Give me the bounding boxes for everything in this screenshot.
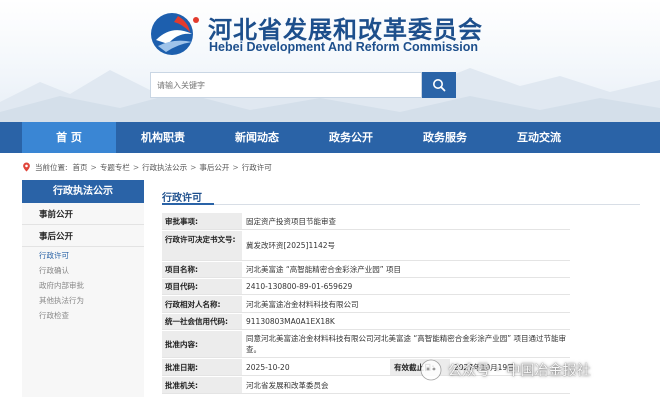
nav-item-home[interactable]: 首 页 [22, 122, 116, 153]
table-row: 审批事项: 固定资产投资项目节能审查 [162, 213, 570, 230]
row-label: 项目代码: [162, 279, 242, 294]
title-accent-bar [162, 203, 214, 205]
sidebar: 行政执法公示 事前公开 事后公开 行政许可 行政确认 政府内部审批 其他执法行为… [22, 180, 144, 397]
breadcrumb-enforcement[interactable]: 行政执法公示 [142, 162, 187, 173]
sidebar-item-internal-approval[interactable]: 政府内部审批 [39, 280, 84, 291]
row-label: 行政相对人名称: [162, 296, 242, 312]
watermark-prefix: 公众号 [448, 363, 490, 379]
breadcrumb-prefix: 当前位置: [35, 162, 68, 172]
table-row: 行政许可决定书文号: 冀发改环资[2025]1142号 [162, 231, 570, 261]
row-value: 冀发改环资[2025]1142号 [246, 241, 336, 250]
breadcrumb-separator: > [190, 162, 197, 172]
sidebar-group-pre-disclosure[interactable]: 事前公开 [22, 205, 144, 225]
row-value: 2025-10-20 [246, 362, 290, 372]
breadcrumb-home[interactable]: 首页 [73, 162, 88, 173]
breadcrumb: 当前位置: 首页 > 专题专栏 > 行政执法公示 > 事后公开 > 行政许可 [22, 160, 272, 174]
row-value: 固定资产投资项目节能审查 [246, 216, 336, 226]
search-button[interactable] [422, 72, 456, 98]
title-divider [162, 204, 640, 205]
breadcrumb-current[interactable]: 行政许可 [242, 162, 272, 173]
breadcrumb-separator: > [90, 162, 97, 172]
watermark-text: 中国冶金报社 [506, 363, 591, 379]
nav-item-gov-services[interactable]: 政务服务 [398, 122, 492, 153]
sidebar-item-admin-inspection[interactable]: 行政检查 [39, 310, 69, 321]
sidebar-title: 行政执法公示 [22, 180, 144, 203]
site-subtitle: Hebei Development And Reform Commission [209, 40, 479, 54]
row-value: 91130803MA0A1EX18K [246, 317, 335, 326]
search-box [150, 72, 422, 98]
row-label: 批准日期: [162, 359, 242, 375]
wechat-icon [420, 359, 442, 381]
sidebar-item-admin-confirmation[interactable]: 行政确认 [39, 265, 69, 276]
wechat-watermark: 公众号 · 中国冶金报社 [420, 358, 590, 382]
row-label: 批准内容: [162, 331, 242, 357]
breadcrumb-separator: > [132, 162, 140, 172]
breadcrumb-separator: > [232, 162, 239, 172]
table-row: 统一社会信用代码: 91130803MA0A1EX18K [162, 314, 570, 330]
row-label: 批准机关: [162, 377, 242, 393]
row-value: 2410-130800-89-01-659629 [246, 282, 353, 291]
sidebar-item-other-enforcement[interactable]: 其他执法行为 [39, 295, 84, 306]
site-header: 河北省发展和改革委员会 Hebei Development And Reform… [0, 0, 660, 122]
table-row: 批准内容: 同意河北美富途冶金材料科技有限公司河北美富途 “高智能精密合金彩涂产… [162, 331, 570, 358]
nav-item-institution[interactable]: 机构职责 [116, 122, 210, 153]
sidebar-group-post-disclosure[interactable]: 事后公开 [22, 227, 144, 247]
page-title: 行政许可 [162, 193, 202, 204]
row-label: 审批事项: [162, 213, 242, 229]
watermark-dot: · [496, 362, 501, 378]
row-label: 行政许可决定书文号: [162, 231, 242, 260]
main-nav: 首 页 机构职责 新闻动态 政务公开 政务服务 互动交流 [0, 122, 660, 153]
breadcrumb-post-disclosure[interactable]: 事后公开 [199, 162, 229, 173]
row-value: 河北美富途冶金材料科技有限公司 [246, 299, 359, 309]
nav-item-news[interactable]: 新闻动态 [210, 122, 304, 153]
location-pin-icon [23, 162, 30, 172]
hebei-logo-icon [151, 13, 199, 55]
row-label: 项目名称: [162, 262, 242, 277]
table-row: 行政相对人名称: 河北美富途冶金材料科技有限公司 [162, 296, 570, 313]
search-icon [433, 79, 446, 92]
row-label: 统一社会信用代码: [162, 314, 242, 329]
nav-item-interaction[interactable]: 互动交流 [492, 122, 586, 153]
nav-item-gov-affairs[interactable]: 政务公开 [304, 122, 398, 153]
row-value: 同意河北美富途冶金材料科技有限公司河北美富途 “高智能精密合金彩涂产业园” 项目… [246, 334, 567, 354]
table-row: 项目代码: 2410-130800-89-01-659629 [162, 279, 570, 295]
row-value: 河北美富途 “高智能精密合金彩涂产业园” 项目 [246, 265, 402, 274]
table-row: 项目名称: 河北美富途 “高智能精密合金彩涂产业园” 项目 [162, 262, 570, 278]
breadcrumb-special-topics[interactable]: 专题专栏 [100, 162, 130, 173]
sidebar-item-admin-license[interactable]: 行政许可 [39, 250, 69, 261]
search-input[interactable] [151, 73, 421, 98]
